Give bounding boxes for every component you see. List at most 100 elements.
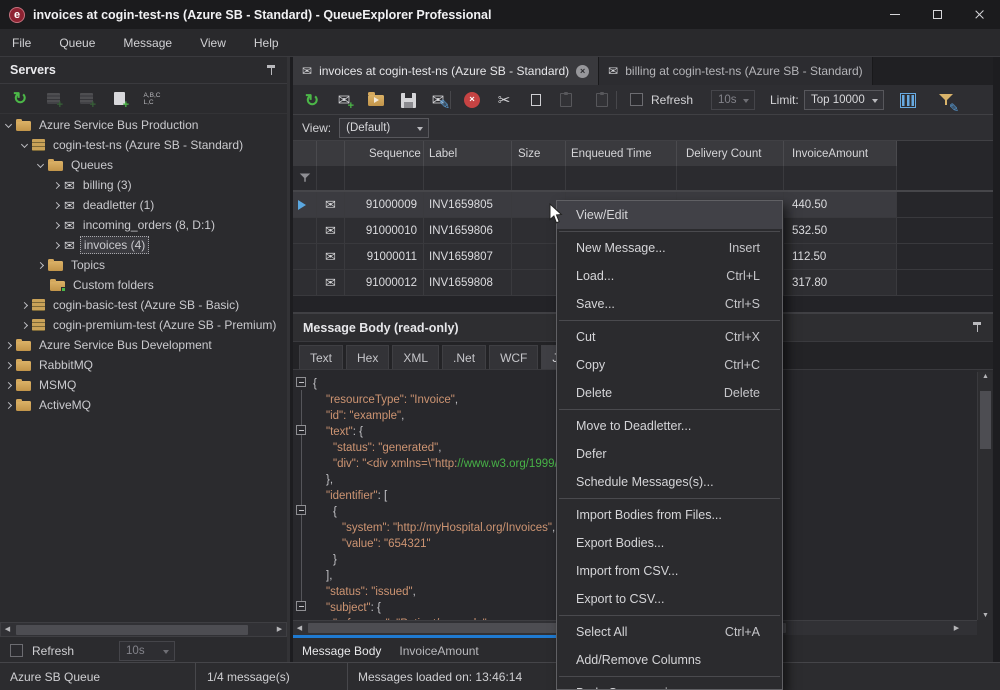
menu-item-view-edit[interactable]: View/Edit — [557, 201, 782, 229]
tree-item-cogin-test-ns[interactable]: cogin-test-ns (Azure SB - Standard) — [0, 135, 287, 155]
menu-item-add-remove-columns[interactable]: Add/Remove Columns — [557, 646, 782, 674]
fold-marker-icon[interactable] — [296, 425, 306, 435]
tree-item-invoices[interactable]: ✉invoices (4) — [0, 235, 287, 255]
chevron-down-icon[interactable] — [37, 160, 44, 167]
filter-row-icon[interactable] — [299, 174, 310, 183]
menu-item-import-csv[interactable]: Import from CSV... — [557, 557, 782, 585]
maximize-button[interactable] — [916, 0, 958, 29]
edit-message-button[interactable]: ✉✎ — [428, 90, 448, 110]
column-header-size[interactable]: Size — [512, 141, 566, 166]
tab-xml[interactable]: XML — [392, 345, 439, 369]
menu-item-delete[interactable]: DeleteDelete — [557, 379, 782, 407]
servers-horizontal-scrollbar[interactable]: ◀ ▶ — [0, 622, 287, 637]
column-header-delivery-count[interactable]: Delivery Count — [677, 141, 784, 166]
close-button[interactable] — [958, 0, 1000, 29]
column-header-enqueued-time[interactable]: Enqueued Time — [566, 141, 677, 166]
chevron-right-icon[interactable] — [5, 381, 12, 388]
pin-icon[interactable] — [972, 321, 983, 334]
filter-cell[interactable] — [784, 166, 897, 190]
body-vertical-scrollbar[interactable]: ▲ ▼ — [977, 372, 992, 620]
tree-item-topics[interactable]: Topics — [0, 255, 287, 275]
menu-item-defer[interactable]: Defer — [557, 440, 782, 468]
menu-item-new-message[interactable]: New Message...Insert — [557, 234, 782, 262]
menu-queue[interactable]: Queue — [45, 29, 109, 56]
tree-item-deadletter[interactable]: ✉deadletter (1) — [0, 195, 287, 215]
tree-item-rabbitmq[interactable]: RabbitMQ — [0, 355, 287, 375]
tab-text[interactable]: Text — [299, 345, 343, 369]
menu-item-load[interactable]: Load...Ctrl+L — [557, 262, 782, 290]
filter-cell[interactable] — [677, 166, 784, 190]
chevron-right-icon[interactable] — [37, 261, 44, 268]
servers-refresh-button[interactable]: ↻ — [10, 89, 30, 109]
tree-item-billing[interactable]: ✉billing (3) — [0, 175, 287, 195]
tree-item-activemq[interactable]: ActiveMQ — [0, 395, 287, 415]
refresh-button[interactable]: ↻ — [302, 90, 322, 110]
chevron-right-icon[interactable] — [21, 321, 28, 328]
menu-item-schedule-messages[interactable]: Schedule Messages(s)... — [557, 468, 782, 496]
column-header-sequence[interactable]: Sequence # — [345, 141, 424, 166]
tab-net[interactable]: .Net — [442, 345, 486, 369]
tree-item-custom-folders[interactable]: Custom folders — [0, 275, 287, 295]
column-header-invoice-amount[interactable]: InvoiceAmount — [784, 141, 897, 166]
paste-button[interactable] — [556, 90, 576, 110]
menu-item-cut[interactable]: CutCtrl+X — [557, 323, 782, 351]
filter-cell[interactable] — [317, 166, 345, 190]
fold-marker-icon[interactable] — [296, 601, 306, 611]
auto-refresh-checkbox[interactable] — [630, 93, 643, 106]
tab-invoices[interactable]: ✉ invoices at cogin-test-ns (Azure SB - … — [293, 57, 599, 85]
tab-invoice-amount[interactable]: InvoiceAmount — [399, 644, 478, 658]
menu-item-export-csv[interactable]: Export to CSV... — [557, 585, 782, 613]
chevron-right-icon[interactable] — [53, 181, 60, 188]
scroll-right-icon[interactable]: ▶ — [950, 621, 963, 636]
menu-view[interactable]: View — [186, 29, 240, 56]
chevron-right-icon[interactable] — [5, 361, 12, 368]
chevron-right-icon[interactable] — [5, 341, 12, 348]
delete-button[interactable]: × — [462, 90, 482, 110]
menu-file[interactable]: File — [0, 29, 45, 56]
tab-hex[interactable]: Hex — [346, 345, 389, 369]
fold-marker-icon[interactable] — [296, 377, 306, 387]
chevron-right-icon[interactable] — [21, 301, 28, 308]
new-folder-button[interactable]: + — [109, 89, 129, 109]
menu-help[interactable]: Help — [240, 29, 293, 56]
chevron-right-icon[interactable] — [53, 201, 60, 208]
paste-special-button[interactable] — [592, 90, 612, 110]
tree-item-azure-sb-production[interactable]: Azure Service Bus Production — [0, 115, 287, 135]
scrollbar-thumb[interactable] — [980, 391, 991, 449]
cut-button[interactable]: ✂ — [494, 90, 514, 110]
add-server-button[interactable]: + — [43, 89, 63, 109]
menu-item-move-to-deadletter[interactable]: Move to Deadletter... — [557, 412, 782, 440]
scroll-up-icon[interactable]: ▲ — [978, 373, 993, 380]
chevron-down-icon[interactable] — [5, 120, 12, 127]
copy-button[interactable] — [526, 90, 546, 110]
chevron-right-icon[interactable] — [5, 401, 12, 408]
auto-refresh-checkbox[interactable] — [10, 644, 23, 657]
menu-message[interactable]: Message — [109, 29, 186, 56]
fold-marker-icon[interactable] — [296, 505, 306, 515]
filter-cell[interactable] — [566, 166, 677, 190]
chevron-down-icon[interactable] — [21, 140, 28, 147]
tree-item-msmq[interactable]: MSMQ — [0, 375, 287, 395]
tab-close-icon[interactable]: × — [576, 65, 589, 78]
filter-cell[interactable] — [512, 166, 566, 190]
filter-cell[interactable] — [345, 166, 424, 190]
filter-cell[interactable] — [424, 166, 512, 190]
menu-item-import-bodies[interactable]: Import Bodies from Files... — [557, 501, 782, 529]
add-queue-button[interactable]: + — [76, 89, 96, 109]
tab-wcf[interactable]: WCF — [489, 345, 538, 369]
menu-item-body-compression[interactable]: Body Compression — [557, 679, 782, 690]
sort-alphabetical-button[interactable]: A,B,C L,C — [142, 89, 162, 109]
filter-button[interactable]: ✎ — [936, 90, 956, 110]
load-messages-button[interactable] — [366, 90, 386, 110]
chevron-right-icon[interactable] — [53, 241, 60, 248]
scroll-left-icon[interactable]: ◀ — [293, 621, 306, 636]
tree-item-queues[interactable]: Queues — [0, 155, 287, 175]
menu-item-copy[interactable]: CopyCtrl+C — [557, 351, 782, 379]
scroll-left-icon[interactable]: ◀ — [1, 622, 14, 637]
scroll-down-icon[interactable]: ▼ — [978, 612, 993, 619]
limit-select[interactable]: Top 10000 — [804, 90, 884, 110]
columns-button[interactable] — [898, 90, 918, 110]
refresh-interval-select[interactable]: 10s — [711, 90, 755, 110]
new-message-button[interactable]: ✉+ — [334, 90, 354, 110]
save-messages-button[interactable] — [398, 90, 418, 110]
